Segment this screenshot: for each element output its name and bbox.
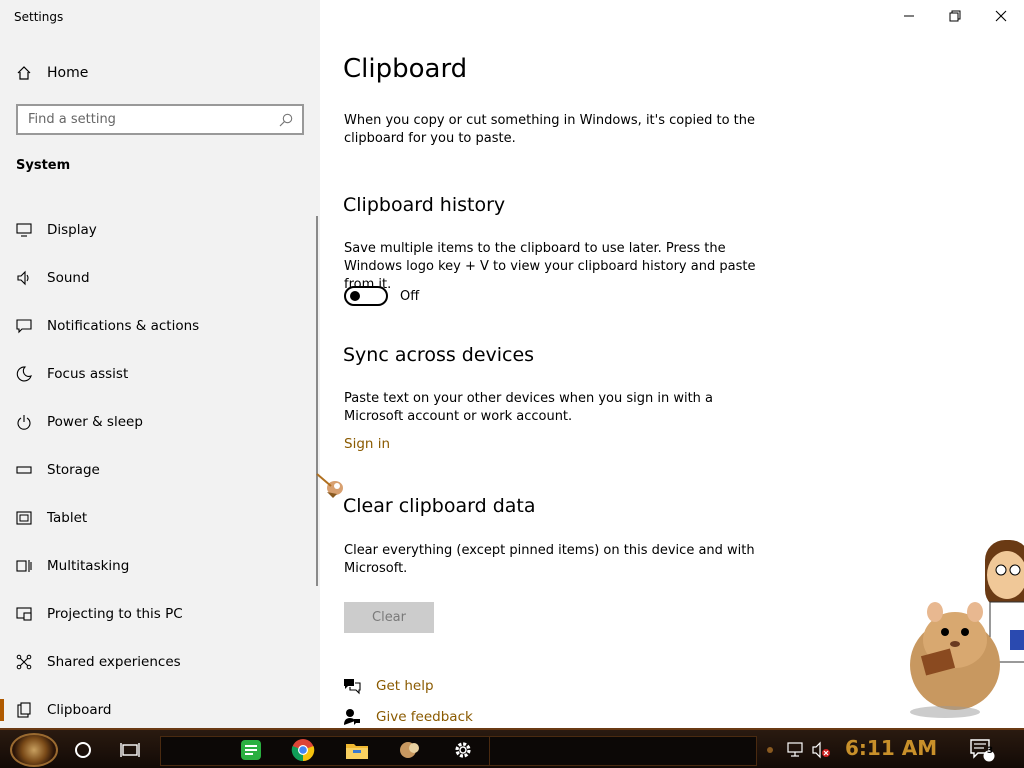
sign-in-link[interactable]: Sign in — [344, 436, 390, 452]
speaker-icon — [17, 270, 29, 286]
search-input[interactable] — [28, 112, 278, 127]
network-tray-button[interactable] — [784, 736, 808, 764]
taskbar-active-indicator-area — [489, 736, 757, 766]
sidebar-item-focus-assist[interactable]: Focus assist — [0, 350, 320, 398]
sidebar-item-label: Multitasking — [47, 558, 130, 574]
sidebar-item-storage[interactable]: Storage — [0, 446, 320, 494]
close-icon — [995, 10, 1007, 22]
restore-button[interactable] — [932, 0, 978, 32]
volume-tray-button[interactable] — [810, 736, 834, 764]
green-notes-icon — [241, 740, 261, 760]
minimize-icon — [904, 15, 914, 17]
shared-icon — [16, 654, 32, 670]
taskbar-app-settings[interactable] — [449, 736, 477, 764]
sidebar-scrollbar[interactable] — [316, 216, 318, 586]
sidebar-item-label: Power & sleep — [47, 414, 143, 430]
sidebar-item-projecting[interactable]: Projecting to this PC — [0, 590, 320, 638]
network-icon — [787, 742, 803, 757]
page-title: Clipboard — [343, 54, 468, 84]
sidebar-item-sound[interactable]: Sound — [0, 254, 320, 302]
tray-overflow-button[interactable] — [762, 736, 778, 764]
help-chat-icon — [344, 679, 361, 695]
intro-text: When you copy or cut something in Window… — [344, 113, 755, 146]
give-feedback-link[interactable]: Give feedback — [343, 708, 473, 726]
folder-icon — [346, 744, 368, 759]
sidebar-item-clipboard[interactable]: Clipboard — [0, 686, 320, 734]
clipboard-history-toggle-state: Off — [400, 289, 420, 304]
app-title: Settings — [14, 10, 64, 24]
power-icon — [17, 415, 31, 430]
get-help-label: Get help — [376, 678, 434, 694]
sidebar-item-power-sleep[interactable]: Power & sleep — [0, 398, 320, 446]
gear-icon — [455, 742, 471, 758]
home-icon — [17, 66, 31, 80]
sync-description: Paste text on your other devices when yo… — [344, 391, 714, 424]
sidebar: Settings Home System Display Sound Notif… — [0, 0, 320, 728]
projecting-icon — [16, 607, 32, 621]
sidebar-item-label: Display — [47, 222, 97, 238]
display-icon — [16, 223, 32, 237]
clipboard-icon — [17, 702, 31, 718]
desktop-pet-cursor-icon — [316, 473, 343, 498]
give-feedback-label: Give feedback — [376, 709, 473, 725]
cortana-button[interactable] — [69, 736, 97, 764]
taskbar-app-desktop-buddy[interactable] — [396, 736, 424, 764]
taskbar: 6:11 AM 3 — [0, 728, 1024, 768]
sidebar-nav: Display Sound Notifications & actions Fo… — [0, 206, 320, 734]
sidebar-item-label: Storage — [47, 462, 100, 478]
sidebar-item-label: Shared experiences — [47, 654, 181, 670]
volume-muted-icon — [812, 741, 830, 759]
restore-icon — [949, 10, 961, 22]
sidebar-item-label: Projecting to this PC — [47, 606, 183, 622]
taskbar-app-file-explorer[interactable] — [343, 736, 371, 764]
clear-button[interactable]: Clear — [344, 602, 434, 633]
sidebar-item-label: Notifications & actions — [47, 318, 200, 334]
section-heading: System — [16, 158, 71, 173]
chevron-up-icon — [767, 747, 773, 753]
sync-heading: Sync across devices — [343, 344, 535, 366]
task-view-icon — [120, 743, 140, 757]
home-label: Home — [47, 65, 89, 81]
clipboard-history-toggle[interactable] — [344, 286, 388, 306]
toggle-knob — [350, 291, 360, 301]
clipboard-history-heading: Clipboard history — [343, 194, 506, 216]
desktop-buddy-app-icon — [400, 742, 419, 758]
task-view-button[interactable] — [116, 736, 144, 764]
tablet-icon — [16, 511, 32, 525]
get-help-link[interactable]: Get help — [343, 677, 434, 695]
search-box[interactable] — [16, 104, 304, 135]
start-button[interactable] — [10, 733, 58, 767]
notification-icon — [16, 319, 32, 334]
clipboard-history-description: Save multiple items to the clipboard to … — [344, 241, 756, 292]
taskbar-app-notes[interactable] — [237, 736, 265, 764]
notification-count-badge: 3 — [986, 746, 994, 756]
sidebar-item-shared-experiences[interactable]: Shared experiences — [0, 638, 320, 686]
home-nav-item[interactable]: Home — [16, 62, 88, 84]
cortana-circle-icon — [75, 742, 91, 758]
moon-icon — [16, 366, 32, 382]
clear-description: Clear everything (except pinned items) o… — [344, 543, 755, 576]
minimize-button[interactable] — [886, 0, 932, 32]
chrome-icon — [291, 739, 315, 762]
sidebar-item-notifications[interactable]: Notifications & actions — [0, 302, 320, 350]
storage-icon — [16, 466, 32, 474]
action-center-button[interactable]: 3 — [968, 736, 996, 764]
sidebar-item-label: Focus assist — [47, 366, 129, 382]
sidebar-item-tablet[interactable]: Tablet — [0, 494, 320, 542]
search-icon[interactable] — [278, 112, 294, 128]
taskbar-app-chrome[interactable] — [289, 736, 317, 764]
clear-heading: Clear clipboard data — [343, 495, 536, 517]
sidebar-item-label: Clipboard — [47, 702, 112, 718]
feedback-icon — [344, 709, 360, 725]
close-button[interactable] — [978, 0, 1024, 32]
sidebar-item-display[interactable]: Display — [0, 206, 320, 254]
sidebar-item-label: Tablet — [47, 510, 88, 526]
taskbar-clock[interactable]: 6:11 AM — [845, 736, 937, 760]
desktop-hamster-character-icon — [910, 540, 1024, 718]
sidebar-item-label: Sound — [47, 270, 90, 286]
multitasking-icon — [16, 560, 32, 572]
sidebar-item-multitasking[interactable]: Multitasking — [0, 542, 320, 590]
